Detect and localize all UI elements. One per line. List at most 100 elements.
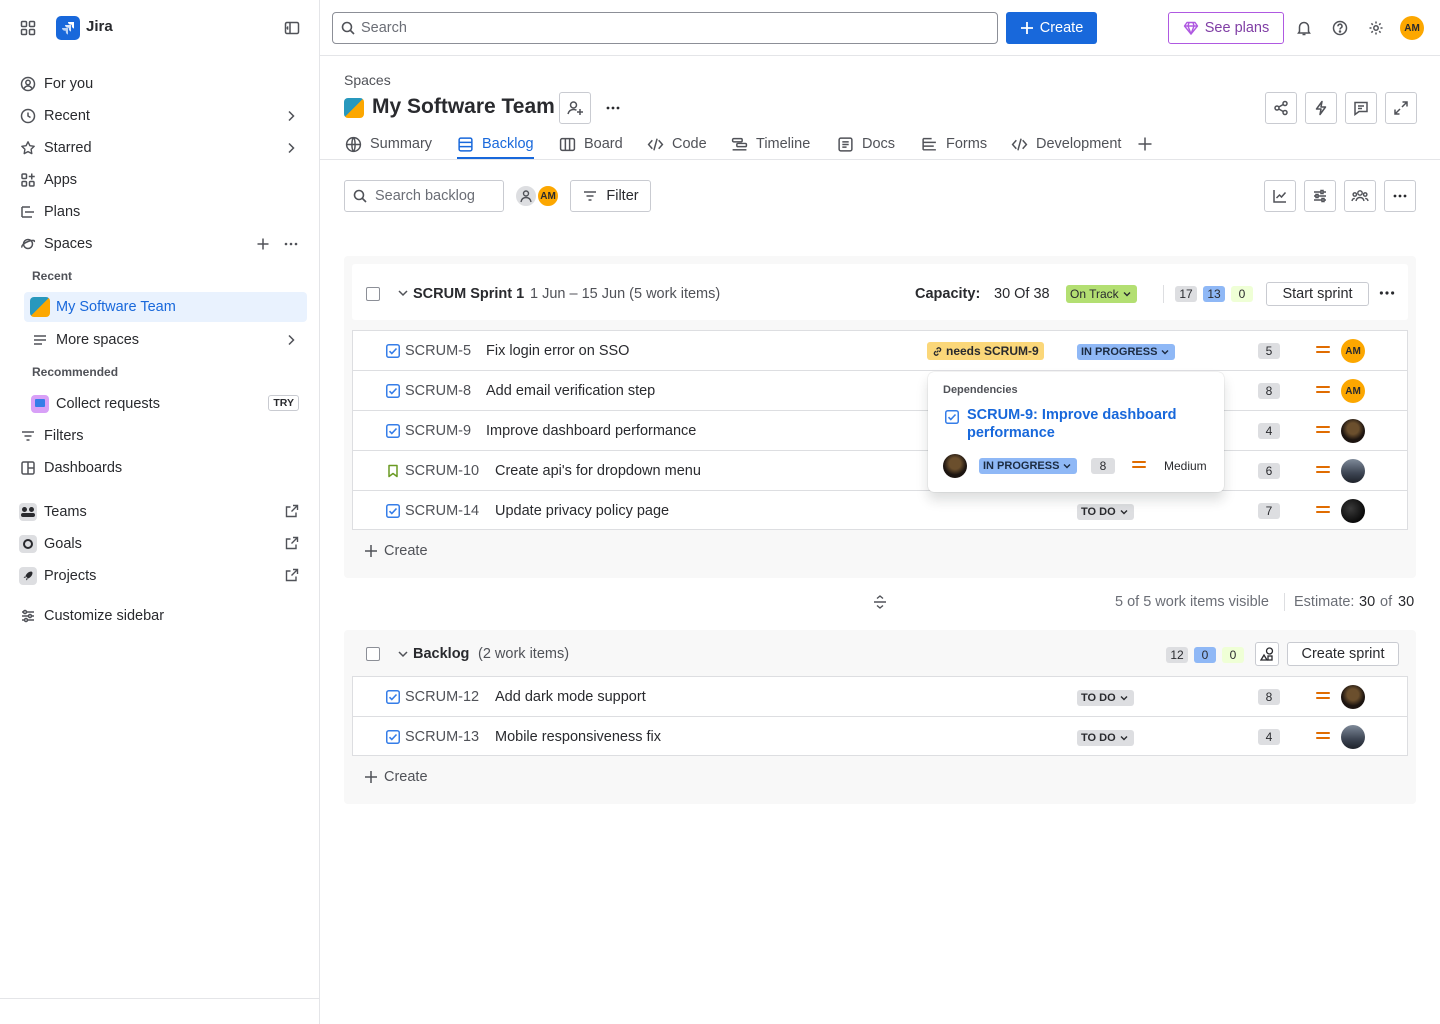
sidebar-item-dashboards[interactable]: Dashboards <box>12 453 307 483</box>
sprint-select-checkbox[interactable] <box>366 287 380 301</box>
table-row[interactable]: SCRUM-9 Improve dashboard performance 4 <box>353 411 1407 451</box>
chevron-right-icon[interactable] <box>283 108 299 124</box>
status-dropdown[interactable]: IN PROGRESS <box>979 458 1078 474</box>
backlog-options-button[interactable] <box>1255 642 1279 666</box>
sidebar-item-plans[interactable]: Plans <box>12 197 307 227</box>
create-button[interactable]: Create <box>1006 12 1097 44</box>
dependency-lozenge[interactable]: needs SCRUM-9 <box>927 342 1044 360</box>
table-row[interactable]: SCRUM-14 Update privacy policy page TO D… <box>353 491 1407 531</box>
sidebar-item-apps[interactable]: Apps <box>12 165 307 195</box>
estimate-badge[interactable]: 8 <box>1258 689 1280 705</box>
create-work-item-button[interactable]: Create <box>364 769 428 785</box>
work-item-key[interactable]: SCRUM-13 <box>405 729 479 745</box>
estimate-badge[interactable]: 6 <box>1258 463 1280 479</box>
assignee-avatar[interactable] <box>1341 459 1365 483</box>
external-link-icon[interactable] <box>285 568 299 582</box>
tab-timeline[interactable]: Timeline <box>731 128 810 160</box>
sprint-more-icon[interactable] <box>1378 284 1396 302</box>
work-item-summary[interactable]: Update privacy policy page <box>495 503 669 519</box>
start-sprint-button[interactable]: Start sprint <box>1266 282 1369 306</box>
assignee-avatar[interactable] <box>1341 725 1365 749</box>
more-options-button[interactable] <box>1384 180 1416 212</box>
work-item-summary[interactable]: Improve dashboard performance <box>486 423 696 439</box>
dependency-link[interactable]: SCRUM-9: Improve dashboard performance <box>967 406 1207 442</box>
tab-docs[interactable]: Docs <box>837 128 895 160</box>
external-link-icon[interactable] <box>285 536 299 550</box>
view-settings-button[interactable] <box>1304 180 1336 212</box>
assignee-avatar[interactable] <box>1341 685 1365 709</box>
priority-medium-icon[interactable] <box>1316 505 1330 515</box>
fullscreen-button[interactable] <box>1385 92 1417 124</box>
priority-medium-icon[interactable] <box>1316 385 1330 395</box>
assignee-avatar[interactable] <box>943 454 967 478</box>
sidebar-item-recent[interactable]: Recent <box>12 101 307 131</box>
table-row[interactable]: SCRUM-13 Mobile responsiveness fix TO DO… <box>353 717 1407 757</box>
sidebar-item-my-software-team[interactable]: My Software Team <box>24 292 307 322</box>
work-item-summary[interactable]: Create api's for dropdown menu <box>495 463 701 479</box>
backlog-search[interactable] <box>344 180 504 212</box>
sidebar-item-projects[interactable]: Projects <box>12 561 307 591</box>
notifications-icon[interactable] <box>1294 18 1314 38</box>
tab-board[interactable]: Board <box>559 128 623 160</box>
add-icon[interactable] <box>255 236 271 252</box>
priority-medium-icon[interactable] <box>1316 425 1330 435</box>
backlog-select-checkbox[interactable] <box>366 647 380 661</box>
breadcrumb[interactable]: Spaces <box>344 72 391 88</box>
sidebar-item-collect-requests[interactable]: Collect requests TRY <box>24 389 307 419</box>
automation-button[interactable] <box>1305 92 1337 124</box>
resize-handle-icon[interactable] <box>872 594 888 610</box>
estimate-badge[interactable]: 5 <box>1258 343 1280 359</box>
work-item-key[interactable]: SCRUM-9 <box>405 423 471 439</box>
status-dropdown[interactable]: IN PROGRESS <box>1077 344 1176 360</box>
jira-logo-icon[interactable] <box>56 16 80 40</box>
help-icon[interactable] <box>1330 18 1350 38</box>
priority-medium-icon[interactable] <box>1316 465 1330 475</box>
status-dropdown[interactable]: TO DO <box>1077 690 1134 706</box>
chevron-down-icon[interactable] <box>396 286 410 300</box>
work-item-key[interactable]: SCRUM-12 <box>405 689 479 705</box>
backlog-name[interactable]: Backlog <box>413 646 469 662</box>
backlog-search-input[interactable] <box>375 188 495 204</box>
share-button[interactable] <box>1265 92 1297 124</box>
status-dropdown[interactable]: TO DO <box>1077 730 1134 746</box>
add-tab-icon[interactable] <box>1137 128 1153 160</box>
work-item-summary[interactable]: Fix login error on SSO <box>486 343 629 359</box>
work-item-summary[interactable]: Add email verification step <box>486 383 655 399</box>
estimate-badge[interactable]: 8 <box>1258 383 1280 399</box>
work-item-key[interactable]: SCRUM-10 <box>405 463 479 479</box>
work-item-key[interactable]: SCRUM-5 <box>405 343 471 359</box>
group-by-button[interactable] <box>1344 180 1376 212</box>
feedback-button[interactable] <box>1345 92 1377 124</box>
estimate-badge[interactable]: 4 <box>1258 729 1280 745</box>
tab-backlog[interactable]: Backlog <box>457 128 534 160</box>
search-input[interactable] <box>361 20 961 36</box>
settings-gear-icon[interactable] <box>1366 18 1386 38</box>
sidebar-item-customize[interactable]: Customize sidebar <box>12 601 307 631</box>
tab-summary[interactable]: Summary <box>345 128 432 160</box>
sidebar-item-teams[interactable]: Teams <box>12 497 307 527</box>
profile-avatar[interactable]: AM <box>1400 16 1424 40</box>
table-row[interactable]: SCRUM-12 Add dark mode support TO DO 8 <box>353 677 1407 717</box>
more-icon[interactable] <box>283 236 299 252</box>
chevron-right-icon[interactable] <box>283 332 299 348</box>
priority-medium-icon[interactable] <box>1316 345 1330 355</box>
sidebar-item-more-spaces[interactable]: More spaces <box>24 325 307 355</box>
assignee-avatar[interactable]: AM <box>1341 339 1365 363</box>
chevron-right-icon[interactable] <box>283 140 299 156</box>
tab-development[interactable]: Development <box>1011 128 1121 160</box>
avatar-filter-am[interactable]: AM <box>536 184 560 208</box>
sprint-name[interactable]: SCRUM Sprint 1 <box>413 286 524 302</box>
chevron-down-icon[interactable] <box>396 647 410 661</box>
table-row[interactable]: SCRUM-8 Add email verification step 8 AM <box>353 371 1407 411</box>
sidebar-item-filters[interactable]: Filters <box>12 421 307 451</box>
estimate-badge[interactable]: 7 <box>1258 503 1280 519</box>
add-people-button[interactable] <box>559 92 591 124</box>
unassigned-avatar-filter[interactable] <box>514 184 538 208</box>
external-link-icon[interactable] <box>285 504 299 518</box>
work-item-key[interactable]: SCRUM-14 <box>405 503 479 519</box>
assignee-avatar[interactable] <box>1341 499 1365 523</box>
table-row[interactable]: SCRUM-5 Fix login error on SSO needs SCR… <box>353 331 1407 371</box>
see-plans-button[interactable]: See plans <box>1168 12 1284 44</box>
tab-code[interactable]: Code <box>647 128 707 160</box>
work-item-summary[interactable]: Add dark mode support <box>495 689 646 705</box>
